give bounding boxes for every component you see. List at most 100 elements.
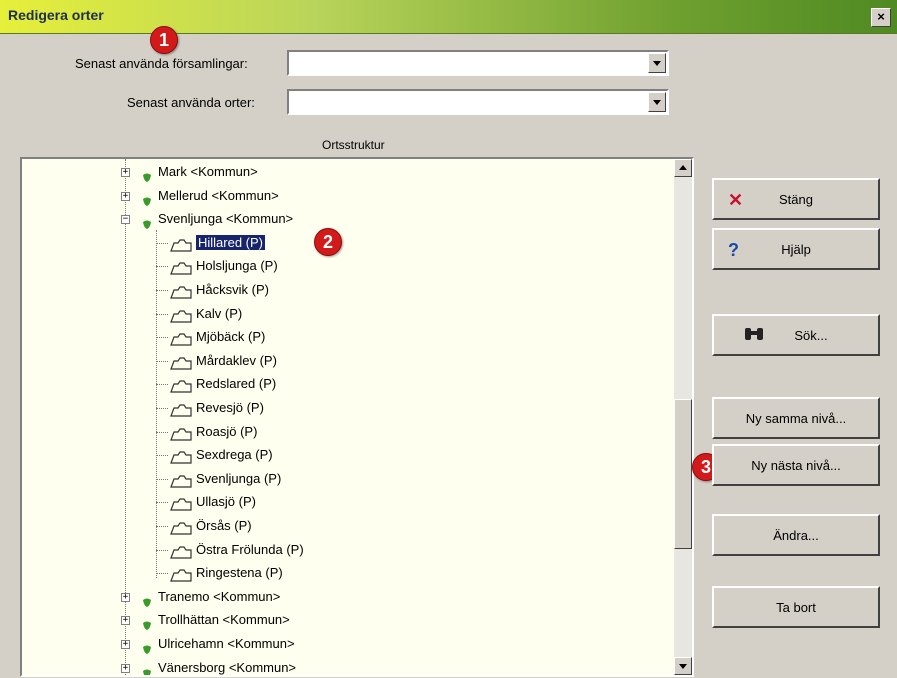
tree-node-label: Håcksvik (P)	[196, 282, 269, 297]
tree-line	[156, 526, 168, 527]
new-same-level-label: Ny samma nivå...	[745, 411, 847, 426]
expand-icon[interactable]: +	[121, 640, 130, 649]
scroll-down-icon[interactable]	[674, 657, 692, 675]
parish-icon	[170, 496, 192, 511]
tree-node-label: Mjöbäck (P)	[196, 329, 266, 344]
tree-node-label: Revesjö (P)	[196, 400, 264, 415]
parish-icon	[170, 308, 192, 323]
edit-button[interactable]: Ändra...	[712, 514, 880, 556]
expand-icon[interactable]: +	[121, 168, 130, 177]
tree-node-parish[interactable]: Hillared (P)	[156, 232, 266, 254]
search-button[interactable]: Sök...	[712, 314, 880, 356]
chevron-down-icon[interactable]	[648, 53, 666, 73]
chevron-down-icon[interactable]	[648, 92, 666, 112]
tree-node-parish[interactable]: Holsljunga (P)	[156, 255, 278, 277]
new-next-level-label: Ny nästa nivå...	[751, 458, 841, 473]
tree-node-parish[interactable]: Redslared (P)	[156, 373, 277, 395]
tree-node-parish[interactable]: Revesjö (P)	[156, 397, 264, 419]
tree-node-label: Ullasjö (P)	[196, 494, 256, 509]
parish-icon	[170, 355, 192, 370]
tree-line	[156, 243, 168, 244]
parish-icon	[170, 473, 192, 488]
tree-line	[156, 502, 168, 503]
tree-node-label: Mårdaklev (P)	[196, 353, 277, 368]
new-next-level-button[interactable]: Ny nästa nivå...	[712, 444, 880, 486]
expand-icon[interactable]: +	[121, 192, 130, 201]
parish-icon	[170, 284, 192, 299]
scroll-up-icon[interactable]	[674, 159, 692, 177]
tree-node-parish[interactable]: Håcksvik (P)	[156, 279, 269, 301]
tree-node-kommun[interactable]: + Ulricehamn <Kommun>	[120, 633, 295, 655]
tree-node-parish[interactable]: Roasjö (P)	[156, 421, 258, 443]
tree-node-parish[interactable]: Mjöbäck (P)	[156, 326, 266, 348]
tree-node-kommun[interactable]: + Vänersborg <Kommun>	[120, 657, 296, 675]
tree-node-label: Holsljunga (P)	[196, 258, 278, 273]
tree-line	[156, 455, 168, 456]
tree-node-parish[interactable]: Kalv (P)	[156, 303, 242, 325]
tree-line	[156, 384, 168, 385]
parish-icon	[170, 402, 192, 417]
tree-node-label: Hillared (P)	[196, 235, 266, 250]
close-button-label: Stäng	[779, 192, 813, 207]
tree-node-label: Ringestena (P)	[196, 565, 283, 580]
recent-parishes-combo[interactable]	[287, 50, 669, 76]
parish-icon	[170, 449, 192, 464]
tree-node-kommun[interactable]: + Tranemo <Kommun>	[120, 586, 280, 608]
tree-node-label: Örsås (P)	[196, 518, 252, 533]
expand-icon[interactable]: +	[121, 664, 130, 673]
leaf-icon	[142, 593, 152, 607]
recent-places-combo[interactable]	[287, 89, 669, 115]
parish-icon	[170, 260, 192, 275]
tree-node-label: Mark <Kommun>	[158, 164, 258, 179]
close-window-button[interactable]: ×	[871, 8, 891, 27]
parish-icon	[170, 567, 192, 582]
tree-node-label: Ulricehamn <Kommun>	[158, 636, 295, 651]
help-button[interactable]: ? Hjälp	[712, 228, 880, 270]
tree-node-parish[interactable]: Östra Frölunda (P)	[156, 539, 304, 561]
new-same-level-button[interactable]: Ny samma nivå...	[712, 397, 880, 439]
tree-node-parish[interactable]: Sexdrega (P)	[156, 444, 273, 466]
tree-node-parish[interactable]: Mårdaklev (P)	[156, 350, 277, 372]
scrollbar-thumb[interactable]	[674, 399, 692, 549]
parish-icon	[170, 426, 192, 441]
tree-node-parish[interactable]: Ullasjö (P)	[156, 491, 256, 513]
tree-node-label: Redslared (P)	[196, 376, 277, 391]
parish-icon	[170, 544, 192, 559]
parish-icon	[170, 331, 192, 346]
window-title: Redigera orter	[8, 7, 104, 23]
tree-node-label: Svenljunga (P)	[196, 471, 282, 486]
tree-node-label: Roasjö (P)	[196, 424, 258, 439]
tree-node-parish[interactable]: Ringestena (P)	[156, 562, 283, 584]
tree-node-label: Tranemo <Kommun>	[158, 589, 281, 604]
leaf-icon	[142, 215, 152, 229]
leaf-icon	[142, 192, 152, 206]
expand-icon[interactable]: +	[121, 616, 130, 625]
tree-node-kommun[interactable]: + Trollhättan <Kommun>	[120, 609, 290, 631]
callout-badge-2: 2	[314, 228, 342, 256]
title-bar: Redigera orter ×	[0, 0, 897, 34]
tree-line	[156, 432, 168, 433]
tree-line	[156, 550, 168, 551]
tree-node-kommun[interactable]: − Svenljunga <Kommun>	[120, 208, 293, 230]
leaf-icon	[142, 168, 152, 182]
search-button-label: Sök...	[794, 328, 828, 343]
tree-node-label: Sexdrega (P)	[196, 447, 273, 462]
help-button-label: Hjälp	[781, 242, 811, 257]
leaf-icon	[142, 640, 152, 654]
tree-node-parish[interactable]: Svenljunga (P)	[156, 468, 282, 490]
collapse-icon[interactable]: −	[121, 215, 130, 224]
parish-icon	[170, 237, 192, 252]
recent-places-label: Senast använda orter:	[127, 95, 255, 110]
parish-icon	[170, 378, 192, 393]
close-button[interactable]: ✕ Stäng	[712, 178, 880, 220]
delete-button[interactable]: Ta bort	[712, 586, 880, 628]
tree-node-label: Svenljunga <Kommun>	[158, 211, 294, 226]
expand-icon[interactable]: +	[121, 593, 130, 602]
tree-node-kommun[interactable]: + Mellerud <Kommun>	[120, 185, 279, 207]
vertical-scrollbar[interactable]	[674, 159, 692, 675]
tree-node-kommun[interactable]: + Mark <Kommun>	[120, 161, 258, 183]
place-structure-tree[interactable]: + Mark <Kommun> + Mellerud <Kommun> − Svenlju…	[20, 157, 694, 677]
tree-node-parish[interactable]: Örsås (P)	[156, 515, 252, 537]
tree-node-label: Mellerud <Kommun>	[158, 188, 279, 203]
recent-parishes-label: Senast använda församlingar:	[75, 56, 248, 71]
